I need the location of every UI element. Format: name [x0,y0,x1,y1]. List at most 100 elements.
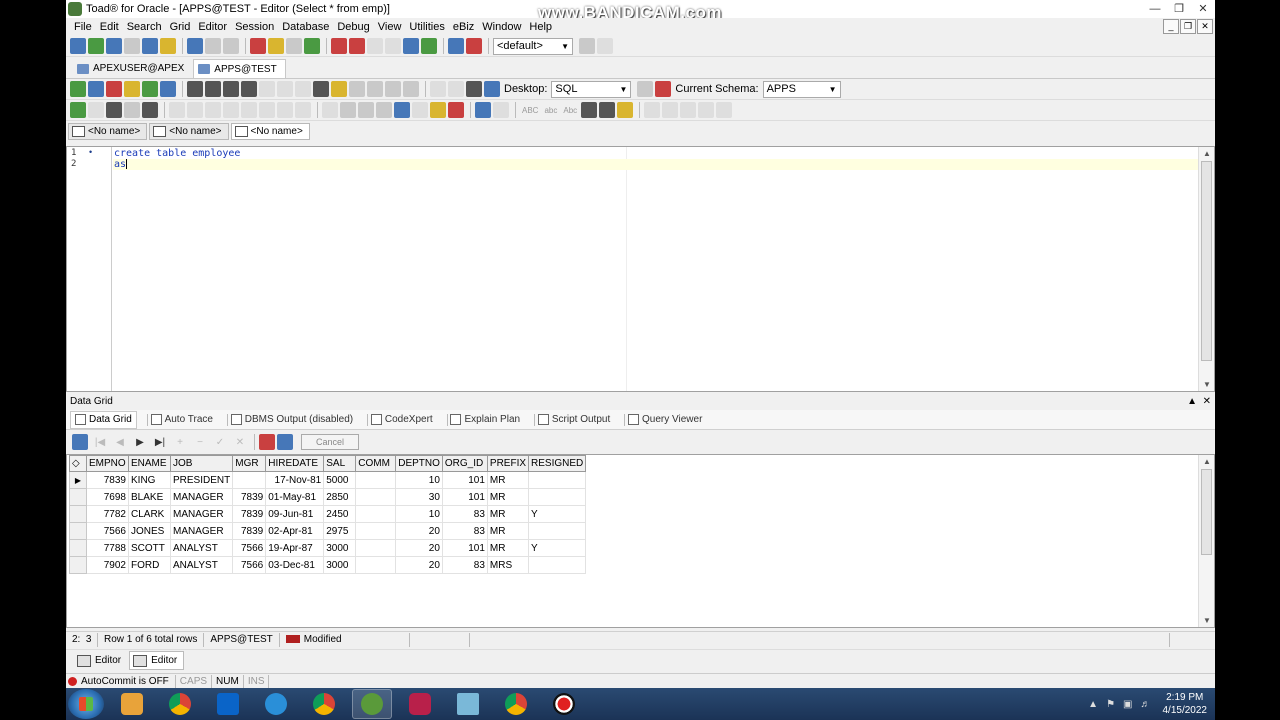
table-row[interactable]: ▶ 7839 KING PRESIDENT 17-Nov-81 5000 10 … [69,471,587,489]
find-icon[interactable] [268,38,284,54]
paste-icon[interactable] [358,102,374,118]
system-clock[interactable]: 2:19 PM 4/15/2022 [1163,691,1208,717]
column-header-hiredate[interactable]: HIREDATE [265,455,325,472]
outdent-icon[interactable] [599,102,616,118]
flag-icon[interactable]: ⚑ [1106,699,1115,710]
profile-dropdown[interactable]: <default> ▼ [493,37,573,55]
column-header-deptno[interactable]: DEPTNO [395,455,443,472]
taskbar-notepad[interactable] [448,689,488,719]
column-header-sal[interactable]: SAL [323,455,357,472]
column-header-mgr[interactable]: MGR [232,455,267,472]
explain-icon[interactable] [142,38,158,54]
column-header-org-id[interactable]: ORG_ID [441,455,488,472]
disconnect-session-icon[interactable] [655,81,672,97]
column-header-comm[interactable]: COMM [355,455,397,472]
scroll-thumb[interactable] [1201,469,1212,555]
editor-tab-1[interactable]: <No name> [68,123,148,140]
dbms-icon[interactable] [124,102,140,118]
import-icon[interactable] [349,38,365,54]
highlight-icon[interactable] [430,102,446,118]
describe-icon[interactable] [205,38,221,54]
mdi-minimize-icon[interactable]: _ [1163,19,1179,34]
scroll-up-icon[interactable]: ▲ [1199,149,1215,158]
close-tab-icon[interactable] [241,81,257,97]
lowercase-button[interactable]: abc [544,106,557,115]
tab-explain-plan[interactable]: Explain Plan [437,411,524,429]
menu-session[interactable]: Session [231,18,278,36]
connection-tab-apps[interactable]: APPS@TEST [193,59,286,78]
new-page-icon[interactable] [412,102,428,118]
compare-icon[interactable] [304,38,320,54]
find-text-icon[interactable] [376,102,392,118]
menu-editor[interactable]: Editor [194,18,231,36]
cancel-button[interactable]: Cancel [301,434,359,450]
window-tab-editor-2[interactable]: Editor [129,651,185,670]
column-header-resigned[interactable]: RESIGNED [528,455,587,472]
taskbar-chrome-3[interactable] [496,689,536,719]
new-tab-icon[interactable] [160,81,176,97]
explain-plan-icon[interactable] [88,81,104,97]
taskbar-bandicam[interactable] [544,689,584,719]
rollback-icon[interactable] [421,38,437,54]
editor-icon[interactable] [70,38,86,54]
code-area[interactable]: create table employee as [113,147,1198,391]
save-icon[interactable] [187,81,203,97]
menu-debug[interactable]: Debug [333,18,373,36]
column-header-empno[interactable]: EMPNO [86,455,129,472]
editor-tab-2[interactable]: <No name> [149,123,229,140]
taskbar-media-player[interactable] [112,689,152,719]
scroll-thumb[interactable] [1201,161,1212,361]
taskbar-outlook[interactable] [208,689,248,719]
volume-icon[interactable]: ♬ [1141,699,1151,710]
next-record-icon[interactable]: ▶ [130,437,150,448]
window-tab-editor-1[interactable]: Editor [74,651,127,670]
run-script-icon[interactable] [106,102,122,118]
taskbar-toad[interactable] [352,689,392,719]
menu-view[interactable]: View [374,18,406,36]
table-row[interactable]: 7782 CLARK MANAGER 7839 09-Jun-81 2450 1… [69,505,587,523]
replace-icon[interactable] [448,102,464,118]
copy-icon[interactable] [286,38,302,54]
tab-query-viewer[interactable]: Query Viewer [614,411,706,429]
scroll-down-icon[interactable]: ▼ [1199,616,1215,625]
menu-utilities[interactable]: Utilities [405,18,448,36]
load-icon[interactable] [142,81,158,97]
grid-scrollbar[interactable]: ▲ ▼ [1198,455,1214,627]
bookmark-icon[interactable] [403,81,419,97]
run-icon[interactable] [70,102,86,118]
desktop-dropdown[interactable]: SQL ▼ [551,80,632,98]
taskbar-chrome-2[interactable] [304,689,344,719]
menu-file[interactable]: File [70,18,96,36]
menu-help[interactable]: Help [525,18,556,36]
goto-icon[interactable] [466,81,482,97]
tab-auto-trace[interactable]: Auto Trace [137,411,217,429]
select-all-icon[interactable] [394,102,410,118]
scroll-down-icon[interactable]: ▼ [1199,380,1215,389]
menu-search[interactable]: Search [123,18,166,36]
table-row[interactable]: 7698 BLAKE MANAGER 7839 01-May-81 2850 3… [69,488,587,506]
minimize-icon[interactable]: — [1143,0,1167,18]
template-icon[interactable] [385,81,401,97]
session-options-icon[interactable] [637,81,654,97]
tab-data-grid[interactable]: Data Grid [70,410,137,429]
indent-icon[interactable] [581,102,598,118]
menu-ebiz[interactable]: eBiz [449,18,478,36]
show-hidden-icons-icon[interactable]: ▲ [1088,699,1098,710]
execute-icon[interactable] [70,81,86,97]
reports-icon[interactable] [223,38,239,54]
schema-dropdown[interactable]: APPS ▼ [762,80,841,98]
recall-icon[interactable] [367,81,383,97]
mdi-close-icon[interactable]: ✕ [1197,19,1213,34]
session-icon[interactable] [106,38,122,54]
trace-icon[interactable] [142,102,158,118]
undo-icon[interactable] [475,102,491,118]
save-all-icon[interactable] [223,81,239,97]
tab-dbms-output[interactable]: DBMS Output (disabled) [217,411,357,429]
save-as-icon[interactable] [205,81,221,97]
menu-database[interactable]: Database [278,18,333,36]
titlecase-button[interactable]: Abc [563,106,577,115]
mdi-restore-icon[interactable]: ❐ [1180,19,1196,34]
disconnect-icon[interactable] [466,38,482,54]
taskbar-chrome[interactable] [160,689,200,719]
column-header-prefix[interactable]: PREFIX [486,455,530,472]
